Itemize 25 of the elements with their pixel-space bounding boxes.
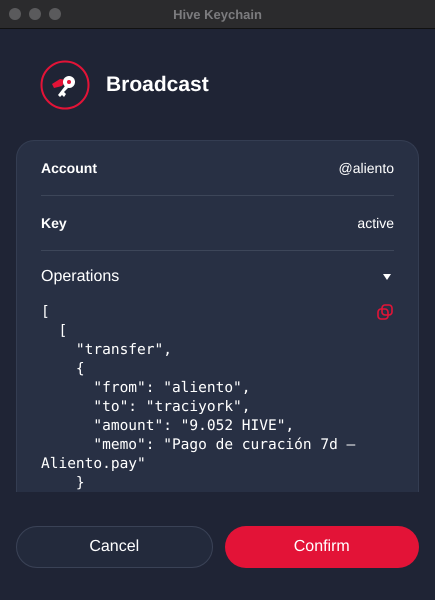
code-line: Aliento.pay" (41, 455, 146, 474)
zoom-button[interactable] (49, 8, 61, 20)
window-title: Hive Keychain (173, 6, 262, 22)
copy-icon[interactable] (376, 303, 394, 321)
field-value: active (357, 215, 394, 231)
code-line: "to": "traciyork", (92, 398, 251, 417)
operations-label: Operations (41, 268, 120, 286)
code-line: "from": "aliento", (92, 379, 251, 398)
field-label: Account (41, 160, 97, 176)
code-line: [ (41, 303, 50, 322)
code-line: "transfer", (74, 341, 172, 360)
code-line: { (74, 360, 85, 379)
field-label: Key (41, 215, 67, 231)
code-line: "memo": "Pago de curación 7d – (92, 436, 356, 455)
page-title: Broadcast (106, 72, 209, 96)
minimize-button[interactable] (29, 8, 41, 20)
field-value: @aliento (338, 160, 394, 176)
code-line: [ (57, 322, 68, 341)
code-line: "amount": "9.052 HIVE", (92, 417, 294, 436)
caret-icon (382, 273, 392, 281)
confirm-button[interactable]: Confirm (224, 526, 419, 568)
close-button[interactable] (9, 8, 21, 20)
key-logo-icon (40, 60, 90, 110)
cancel-button[interactable]: Cancel (16, 526, 212, 568)
code-line: } (74, 474, 85, 492)
